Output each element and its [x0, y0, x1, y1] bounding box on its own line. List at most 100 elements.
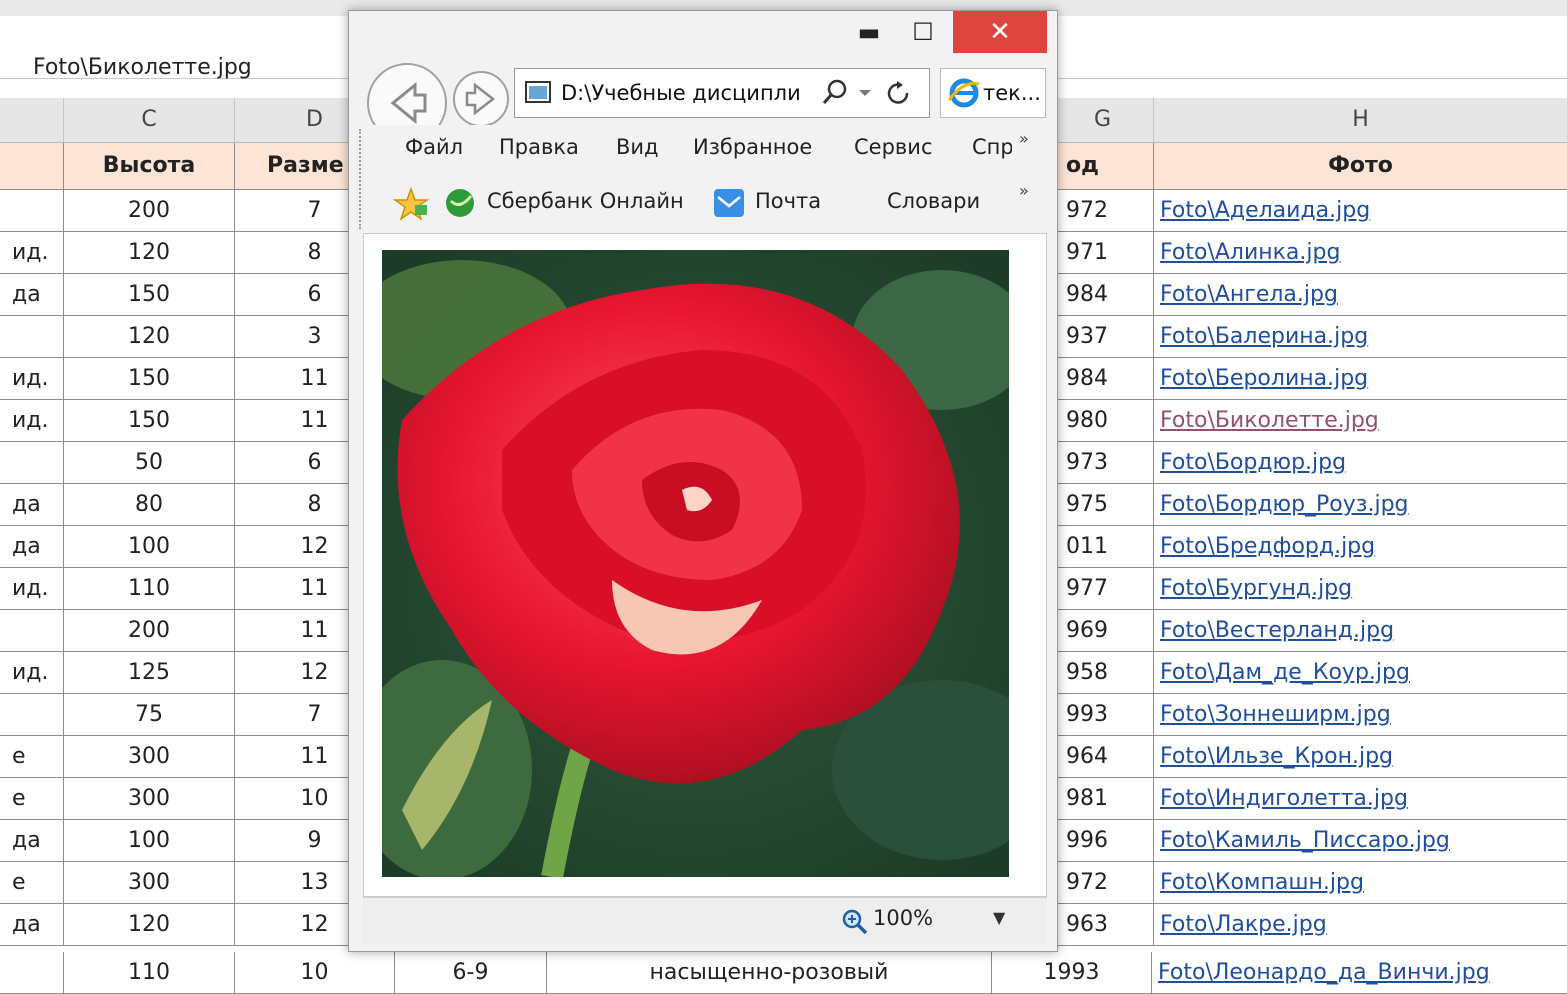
photo-hyperlink[interactable]: Foto\Компашн.jpg [1160, 870, 1364, 895]
cell-year[interactable]: 977 [1052, 568, 1154, 609]
menu-edit[interactable]: Правка [499, 135, 579, 159]
header-cell-photo[interactable]: Фото [1154, 143, 1567, 189]
address-bar[interactable]: D:\Учебные дисципли [514, 68, 930, 118]
cell-year[interactable]: 972 [1052, 190, 1154, 231]
cell-height[interactable]: 150 [64, 274, 235, 315]
photo-hyperlink[interactable]: Foto\Биколетте.jpg [1160, 408, 1379, 433]
browser-tab[interactable]: тек... [940, 68, 1046, 118]
cell-b[interactable]: да [0, 274, 64, 315]
cell-height[interactable]: 300 [64, 778, 235, 819]
cell-photo-link[interactable]: Foto\Зоннеширм.jpg [1154, 694, 1567, 735]
zoom-dropdown-icon[interactable]: ▼ [993, 908, 1005, 927]
cell-height[interactable]: 80 [64, 484, 235, 525]
cell-year[interactable]: 1993 [992, 952, 1152, 993]
cell-height[interactable]: 120 [64, 904, 235, 945]
cell-height[interactable]: 200 [64, 190, 235, 231]
photo-hyperlink[interactable]: Foto\Индиголетта.jpg [1160, 786, 1408, 811]
cell-b[interactable]: ид. [0, 652, 64, 693]
cell-b[interactable]: ид. [0, 358, 64, 399]
zoom-level[interactable]: 100% [873, 906, 933, 930]
cell-year[interactable]: 981 [1052, 778, 1154, 819]
cell-b[interactable]: ид. [0, 232, 64, 273]
cell-photo-link[interactable]: Foto\Компашн.jpg [1154, 862, 1567, 903]
menu-overflow-chevron-icon[interactable]: » [1019, 129, 1029, 148]
cell-photo-link[interactable]: Foto\Бордюр.jpg [1154, 442, 1567, 483]
cell-b[interactable]: е [0, 862, 64, 903]
cell-year[interactable]: 958 [1052, 652, 1154, 693]
photo-hyperlink[interactable]: Foto\Аделаида.jpg [1160, 198, 1370, 223]
cell-photo-link[interactable]: Foto\Камиль_Писсаро.jpg [1154, 820, 1567, 861]
cell-height[interactable]: 150 [64, 400, 235, 441]
photo-hyperlink[interactable]: Foto\Камиль_Писсаро.jpg [1160, 828, 1450, 853]
column-header-h[interactable]: H [1154, 98, 1567, 142]
menu-view[interactable]: Вид [616, 135, 659, 159]
forward-button[interactable] [453, 71, 509, 127]
photo-hyperlink[interactable]: Foto\Бургунд.jpg [1160, 576, 1352, 601]
menu-file[interactable]: Файл [405, 135, 463, 159]
cell-photo-link[interactable]: Foto\Дам_де_Коур.jpg [1154, 652, 1567, 693]
cell-year[interactable]: 984 [1052, 274, 1154, 315]
cell-height[interactable]: 110 [64, 568, 235, 609]
cell-height[interactable]: 200 [64, 610, 235, 651]
cell-year[interactable]: 975 [1052, 484, 1154, 525]
cell-b[interactable]: да [0, 904, 64, 945]
cell-b[interactable]: да [0, 484, 64, 525]
cell-height[interactable]: 120 [64, 316, 235, 357]
cell-photo-link[interactable]: Foto\Ангела.jpg [1154, 274, 1567, 315]
header-cell-year[interactable]: од [1052, 143, 1154, 189]
cell-year[interactable]: 972 [1052, 862, 1154, 903]
column-header-c[interactable]: C [64, 98, 235, 142]
cell-b[interactable] [0, 190, 64, 231]
cell-height[interactable]: 300 [64, 736, 235, 777]
cell-year[interactable]: 937 [1052, 316, 1154, 357]
cell-b[interactable]: да [0, 526, 64, 567]
cell-photo-link[interactable]: Foto\Аделаида.jpg [1154, 190, 1567, 231]
photo-hyperlink[interactable]: Foto\Беролина.jpg [1160, 366, 1368, 391]
cell-b[interactable]: да [0, 820, 64, 861]
cell-year[interactable]: 963 [1052, 904, 1154, 945]
cell-photo-link[interactable]: Foto\Вестерланд.jpg [1154, 610, 1567, 651]
header-cell-b[interactable] [0, 143, 64, 189]
cell-height[interactable]: 150 [64, 358, 235, 399]
cell-b[interactable] [0, 442, 64, 483]
cell-height[interactable]: 75 [64, 694, 235, 735]
cell-photo-link[interactable]: Foto\Биколетте.jpg [1154, 400, 1567, 441]
minimize-button[interactable]: ▬ [845, 11, 893, 53]
favorite-mail[interactable]: Почта [755, 189, 821, 213]
favorites-overflow-chevron-icon[interactable]: » [1019, 181, 1029, 200]
cell-height[interactable]: 120 [64, 232, 235, 273]
cell-photo-link[interactable]: Foto\Ильзе_Крон.jpg [1154, 736, 1567, 777]
photo-hyperlink[interactable]: Foto\Балерина.jpg [1160, 324, 1368, 349]
cell-photo-link[interactable]: Foto\Бургунд.jpg [1154, 568, 1567, 609]
header-cell-height[interactable]: Высота [64, 143, 235, 189]
photo-hyperlink[interactable]: Foto\Бредфорд.jpg [1160, 534, 1375, 559]
cell-b[interactable] [0, 952, 64, 993]
photo-hyperlink[interactable]: Foto\Ильзе_Крон.jpg [1160, 744, 1393, 769]
photo-hyperlink[interactable]: Foto\Бордюр.jpg [1160, 450, 1346, 475]
cell-color[interactable]: насыщенно-розовый [547, 952, 992, 993]
cell-photo-link[interactable]: Foto\Алинка.jpg [1154, 232, 1567, 273]
column-header-b[interactable] [0, 98, 64, 142]
cell-photo-link[interactable]: Foto\Лакре.jpg [1154, 904, 1567, 945]
cell-b[interactable] [0, 316, 64, 357]
photo-hyperlink[interactable]: Foto\Бордюр_Роуз.jpg [1160, 492, 1409, 517]
cell-year[interactable]: 993 [1052, 694, 1154, 735]
cell-year[interactable]: 996 [1052, 820, 1154, 861]
cell-height[interactable]: 110 [64, 952, 235, 993]
cell-e[interactable]: 6-9 [395, 952, 547, 993]
cell-height[interactable]: 50 [64, 442, 235, 483]
cell-b[interactable]: ид. [0, 568, 64, 609]
cell-photo-link[interactable]: Foto\Беролина.jpg [1154, 358, 1567, 399]
cell-photo-link[interactable]: Foto\Бордюр_Роуз.jpg [1154, 484, 1567, 525]
cell-year[interactable]: 011 [1052, 526, 1154, 567]
menu-help[interactable]: Спр [972, 135, 1012, 159]
column-header-g[interactable]: G [1052, 98, 1154, 142]
cell-b[interactable]: е [0, 778, 64, 819]
cell-height[interactable]: 300 [64, 862, 235, 903]
cell-b[interactable] [0, 610, 64, 651]
photo-hyperlink[interactable]: Foto\Зоннеширм.jpg [1160, 702, 1391, 727]
cell-year[interactable]: 969 [1052, 610, 1154, 651]
photo-hyperlink[interactable]: Foto\Дам_де_Коур.jpg [1160, 660, 1410, 685]
cell-photo-link[interactable]: Foto\Индиголетта.jpg [1154, 778, 1567, 819]
cell-b[interactable]: е [0, 736, 64, 777]
